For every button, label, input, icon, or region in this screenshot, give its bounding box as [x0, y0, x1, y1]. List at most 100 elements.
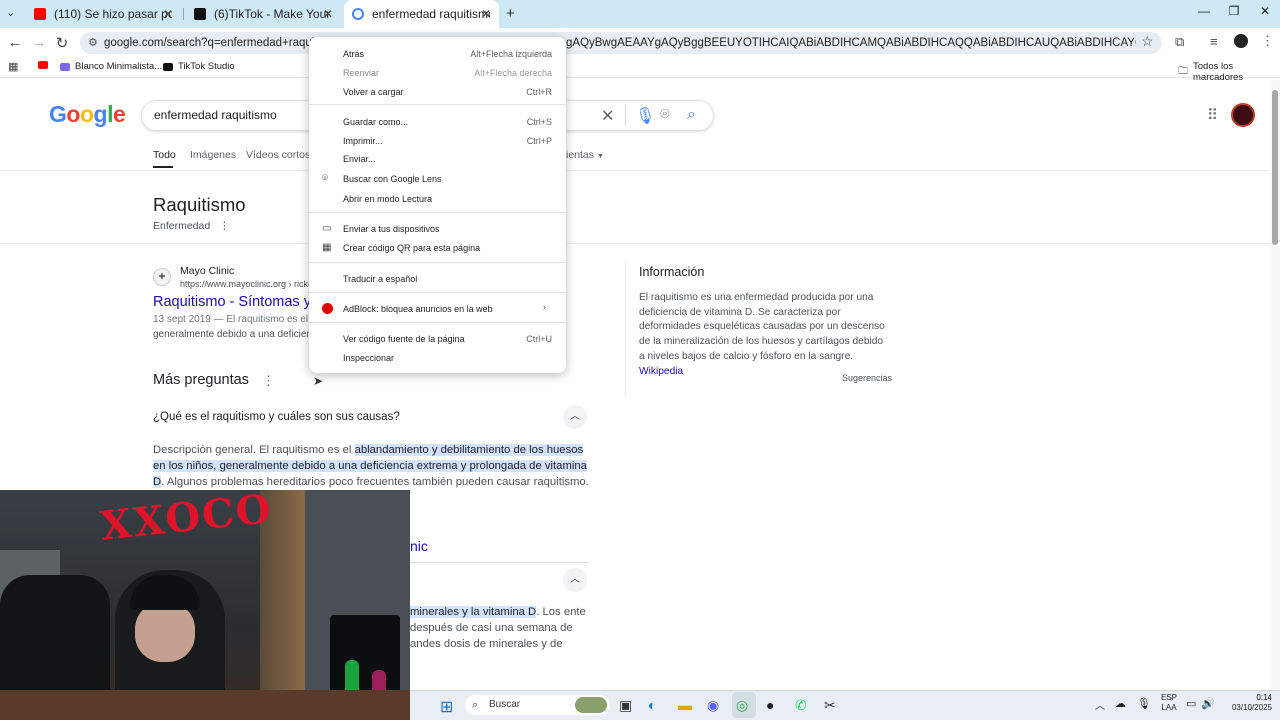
clock[interactable]: 0:14 03/10/2025 [1222, 693, 1272, 713]
google-logo[interactable]: Google [49, 101, 126, 128]
language-code: ESP [1160, 693, 1177, 702]
close-window-button[interactable]: ✕ [1250, 4, 1280, 18]
more-options-icon[interactable]: ⋮ [262, 373, 275, 389]
edge-icon[interactable]: ◐ [648, 697, 656, 713]
entity-title: Raquitismo [153, 194, 246, 215]
shortcut: Ctrl+R [526, 87, 552, 97]
date: 03/10/2025 [1231, 703, 1272, 712]
extensions-icon[interactable]: ⧉ [1175, 34, 1184, 50]
site-info-icon[interactable]: ⚙ [88, 32, 98, 54]
more-options-icon[interactable]: ⋮ [219, 220, 230, 232]
bookmark-youtube[interactable] [38, 61, 53, 69]
tab-herramientas[interactable]: ientas ▼ [566, 149, 604, 161]
menu-item-google-lens[interactable]: Buscar con Google Lens [343, 174, 442, 184]
floor [0, 690, 410, 720]
tray-overflow-icon[interactable]: ︿ [1095, 697, 1105, 712]
task-view-icon[interactable]: ▣ [619, 697, 632, 714]
bookmark-icon [60, 62, 70, 71]
search-highlight-image [575, 697, 607, 713]
microphone-icon[interactable]: 🎙 [1137, 697, 1151, 710]
chrome-icon[interactable]: ◎ [736, 697, 748, 714]
menu-separator [309, 322, 566, 323]
tab-imagenes[interactable]: Imágenes [190, 149, 236, 161]
tab-youtube[interactable]: (110) Se hizo pasar por SORDO ✕ [26, 0, 181, 28]
chevron-up-icon[interactable]: ︿ [563, 405, 587, 429]
obs-icon[interactable]: ● [766, 697, 774, 713]
volume-icon[interactable]: 🔊 [1201, 697, 1215, 710]
snipping-tool-icon[interactable]: ✂ [824, 697, 836, 714]
tab-videos-cortos[interactable]: Vídeos cortos [246, 149, 310, 161]
keyboard-layout: LAA [1161, 703, 1177, 712]
google-apps-icon[interactable]: ⠿ [1207, 106, 1218, 124]
paa-question[interactable]: ¿Qué es el raquitismo y cuáles son sus c… [153, 411, 400, 423]
maximize-button[interactable]: ❐ [1219, 4, 1249, 18]
bookmark-blanco[interactable]: Blanco Minimalista... [60, 61, 162, 72]
forward-button[interactable]: → [29, 34, 49, 51]
network-icon[interactable]: ▭ [1186, 697, 1196, 710]
suggestions-link[interactable]: Sugerencias [842, 373, 892, 383]
menu-item-enviar[interactable]: Enviar... [343, 154, 376, 164]
result-url[interactable]: https://www.mayoclinic.org › rickets › [180, 279, 326, 289]
google-lens-icon: ⌾ [322, 173, 328, 184]
menu-item-adblock[interactable]: AdBlock: bloquea anuncios en la web [343, 304, 493, 314]
close-icon[interactable]: ✕ [163, 7, 173, 21]
answer-text: . Algunos problemas hereditarios poco fr… [161, 476, 589, 488]
youtube-icon [38, 61, 48, 69]
tab-search-icon[interactable]: ⌄ [6, 6, 15, 19]
close-icon[interactable]: ✕ [481, 7, 491, 21]
file-explorer-icon[interactable]: ▬ [678, 697, 692, 713]
new-tab-button[interactable]: + [506, 5, 515, 22]
menu-item-codigo-qr[interactable]: Crear código QR para esta página [343, 243, 480, 253]
mayo-clinic-icon: ✚ [153, 268, 171, 286]
wikipedia-link[interactable]: Wikipedia [639, 366, 683, 377]
search-input[interactable]: enfermedad raquitismo [154, 108, 277, 122]
shortcut: Alt+Flecha izquierda [470, 49, 552, 59]
menu-item-imprimir[interactable]: Imprimir... [343, 136, 383, 146]
bookmark-star-icon[interactable]: ☆ [1141, 33, 1154, 50]
menu-item-inspeccionar[interactable]: Inspeccionar [343, 353, 394, 363]
tab-todo[interactable]: Todo [153, 149, 176, 161]
microphone-icon[interactable]: 🎙 [635, 106, 655, 126]
menu-item-modo-lectura[interactable]: Abrir en modo Lectura [343, 194, 432, 204]
minimize-button[interactable]: — [1189, 4, 1219, 18]
webcam-overlay: XXOCO [0, 490, 410, 720]
menu-item-reenviar[interactable]: Reenviar [343, 68, 379, 78]
discord-icon[interactable]: ◉ [707, 697, 719, 714]
scrollbar-thumb[interactable] [1272, 90, 1278, 245]
menu-item-enviar-dispositivos[interactable]: Enviar a tus dispositivos [343, 224, 440, 234]
result-title-link[interactable]: Raquitismo - Síntomas y c [153, 294, 322, 310]
windows-start-icon[interactable]: ⊞ [440, 697, 453, 717]
menu-item-traducir[interactable]: Traducir a español [343, 274, 417, 284]
clear-icon[interactable]: ✕ [601, 106, 614, 126]
menu-item-volver-a-cargar[interactable]: Volver a cargar [343, 87, 404, 97]
profile-avatar[interactable] [1234, 34, 1248, 48]
menu-item-atras[interactable]: Atrás [343, 49, 364, 59]
answer-source-link[interactable]: nic [410, 538, 428, 554]
reload-button[interactable]: ↻ [52, 34, 72, 52]
result-source[interactable]: Mayo Clinic [180, 265, 234, 277]
result-snippet: generalmente debido a una deficienci [153, 329, 320, 340]
cloud-icon[interactable]: ☁ [1115, 697, 1126, 710]
tab-google-search[interactable]: enfermedad raquitismo - Busca ✕ [344, 0, 499, 28]
menu-kebab-icon[interactable]: ⋮ [1261, 33, 1274, 49]
folder-icon: 🗀 [1178, 65, 1188, 77]
search-icon[interactable]: ⌕ [687, 106, 696, 124]
menu-separator [309, 104, 566, 105]
result-date: 13 sept 2019 — El raquitismo es el ab [153, 314, 322, 325]
whatsapp-icon[interactable]: ✆ [795, 697, 807, 714]
menu-item-guardar-como[interactable]: Guardar como... [343, 117, 408, 127]
bookmark-tiktok-studio[interactable]: TikTok Studio [163, 61, 235, 72]
chevron-up-icon[interactable]: ︿ [563, 568, 587, 592]
menu-item-ver-codigo-fuente[interactable]: Ver código fuente de la página [343, 334, 465, 344]
close-icon[interactable]: ✕ [323, 7, 333, 21]
account-avatar[interactable] [1231, 103, 1255, 127]
language-indicator[interactable]: ESP LAA [1157, 693, 1181, 713]
tab-tiktok[interactable]: (6)TikTok - Make Your Day ✕ [186, 0, 341, 28]
all-bookmarks[interactable]: 🗀 Todos los marcadores [1178, 61, 1280, 83]
entity-divider [0, 243, 1270, 244]
media-icon[interactable]: ≡ [1210, 34, 1218, 49]
lens-camera-icon[interactable]: ⌾ [660, 106, 670, 124]
back-button[interactable]: ← [5, 34, 25, 51]
apps-grid-icon[interactable]: ▦ [8, 60, 18, 73]
knowledge-panel-title: Información [639, 265, 705, 279]
